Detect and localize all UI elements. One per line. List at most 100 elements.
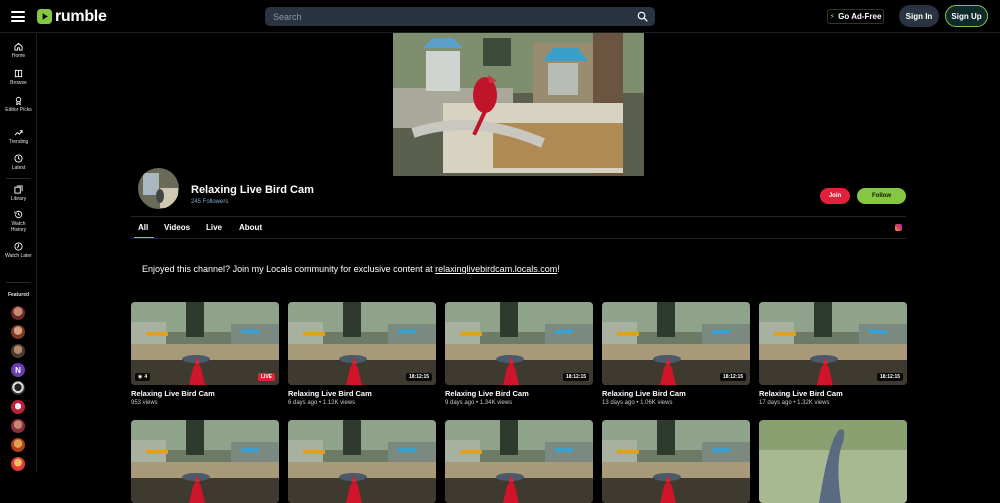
search-input[interactable] [273,9,623,24]
go-ad-free-label: Go Ad-Free [838,12,882,21]
video-thumbnail[interactable]: 18:12:15 [288,302,436,385]
channel-banner [393,33,644,176]
featured-channel-avatar[interactable] [11,438,25,452]
sidebar-item-trending[interactable]: Trending [0,128,37,145]
editor-picks-icon [15,96,22,105]
tab-live[interactable]: Live [206,223,222,232]
rumble-logo[interactable]: rumble [37,8,107,25]
featured-channel-avatar[interactable] [11,344,25,358]
video-card[interactable]: 18:12:15 Relaxing Live Bird Cam 6 days a… [288,302,436,406]
video-thumbnail[interactable] [131,420,279,503]
tab-videos[interactable]: Videos [164,223,190,232]
video-meta: 13 days ago • 1.06K views [602,400,673,406]
go-ad-free-button[interactable]: ⚡ Go Ad-Free [827,9,884,24]
video-card[interactable] [131,420,279,503]
watch-later-icon [14,242,23,251]
search-bar [265,7,655,26]
video-thumbnail[interactable]: 18:12:15 [445,302,593,385]
video-card[interactable]: ◉ 4 LIVE Relaxing Live Bird Cam 953 views [131,302,279,406]
featured-channel-avatar[interactable] [11,381,25,395]
sign-in-button[interactable]: Sign In [899,5,939,27]
featured-channel-avatar[interactable] [11,457,25,471]
video-thumbnail-image [131,420,279,503]
featured-channel-avatar[interactable] [11,325,25,339]
video-thumbnail[interactable]: 18:12:15 [602,302,750,385]
video-card[interactable]: 18:12:15 Relaxing Live Bird Cam 9 days a… [445,302,593,406]
video-thumbnail-image [602,420,750,503]
top-bar: rumble ⚡ Go Ad-Free Sign In Sign Up [0,0,1000,33]
video-title[interactable]: Relaxing Live Bird Cam [131,389,279,398]
video-thumbnail[interactable] [602,420,750,503]
video-card[interactable] [445,420,593,503]
video-thumbnail[interactable] [759,420,907,503]
eye-icon: ◉ [138,374,143,380]
banner-image [393,33,644,176]
video-title[interactable]: Relaxing Live Bird Cam [602,389,750,398]
video-thumbnail[interactable] [288,420,436,503]
sidebar-item-label: Browse [10,80,27,86]
locals-link[interactable]: relaxinglivebirdcam.locals.com [435,264,557,274]
duration-badge: 18:12:15 [719,373,746,381]
history-icon [14,210,23,219]
video-title[interactable]: Relaxing Live Bird Cam [445,389,593,398]
video-meta: 953 views [131,400,158,406]
sidebar-item-home[interactable]: Home [0,42,37,59]
sidebar-item-label: Watch History [10,221,27,233]
sidebar-item-watch-history[interactable]: Watch History [0,210,37,233]
sidebar-item-latest[interactable]: Latest [0,154,37,171]
video-thumbnail[interactable]: ◉ 4 LIVE [131,302,279,385]
viewer-count-badge: ◉ 4 [135,373,151,381]
sidebar-item-label: Trending [8,139,29,145]
video-thumbnail-image [288,420,436,503]
featured-channel-avatar[interactable]: N [11,363,25,377]
join-button[interactable]: Join [820,188,850,204]
logo-text: rumble [55,7,107,25]
tab-about[interactable]: About [239,223,262,232]
sidebar-item-watch-later[interactable]: Watch Later [0,242,37,259]
video-thumbnail-image [445,420,593,503]
channel-avatar-image [138,168,179,209]
rumble-logo-icon [37,9,52,24]
sign-up-button[interactable]: Sign Up [945,5,988,27]
channel-avatar[interactable] [136,166,181,211]
featured-heading: Featured [7,292,30,298]
sidebar-item-library[interactable]: Library [0,185,37,202]
home-icon [14,42,23,51]
trending-icon [14,130,23,136]
live-badge: LIVE [257,373,275,381]
viewer-count: 4 [144,374,148,380]
description-text: Enjoyed this channel? Join my Locals com… [142,264,436,274]
instagram-icon[interactable] [895,224,902,231]
featured-channel-avatar[interactable] [11,306,25,320]
video-card[interactable] [759,420,907,503]
tab-all[interactable]: All [138,223,148,232]
duration-badge: 18:12:15 [562,373,589,381]
video-thumbnail[interactable] [445,420,593,503]
video-title[interactable]: Relaxing Live Bird Cam [759,389,907,398]
sidebar-item-label: Watch Later [5,253,32,259]
video-card[interactable] [602,420,750,503]
sidebar-item-label: Library [10,196,27,202]
video-meta: 6 days ago • 1.12K views [288,400,356,406]
video-thumbnail[interactable]: 18:12:15 [759,302,907,385]
menu-icon[interactable] [11,11,25,22]
browse-icon [14,69,23,78]
sidebar-item-browse[interactable]: Browse [0,69,37,86]
sidebar-item-label: Editor Picks [5,107,32,113]
sidebar-item-label: Home [11,53,26,59]
featured-channel-avatar[interactable] [11,419,25,433]
bolt-icon: ⚡ [829,12,836,21]
video-card[interactable]: 18:12:15 Relaxing Live Bird Cam 13 days … [602,302,750,406]
sidebar: Home Browse Editor Picks Trending Latest… [0,34,37,472]
sidebar-item-editor-picks[interactable]: Editor Picks [0,96,37,113]
video-title[interactable]: Relaxing Live Bird Cam [288,389,436,398]
search-icon[interactable] [637,11,648,22]
follow-button[interactable]: Follow [857,188,906,204]
clock-icon [14,154,23,163]
featured-channel-avatar[interactable] [11,400,25,414]
channel-description: Enjoyed this channel? Join my Locals com… [142,264,560,274]
video-card[interactable] [288,420,436,503]
video-thumbnail-image [131,302,279,385]
video-meta: 9 days ago • 1.34K views [445,400,513,406]
video-card[interactable]: 18:12:15 Relaxing Live Bird Cam 17 days … [759,302,907,406]
